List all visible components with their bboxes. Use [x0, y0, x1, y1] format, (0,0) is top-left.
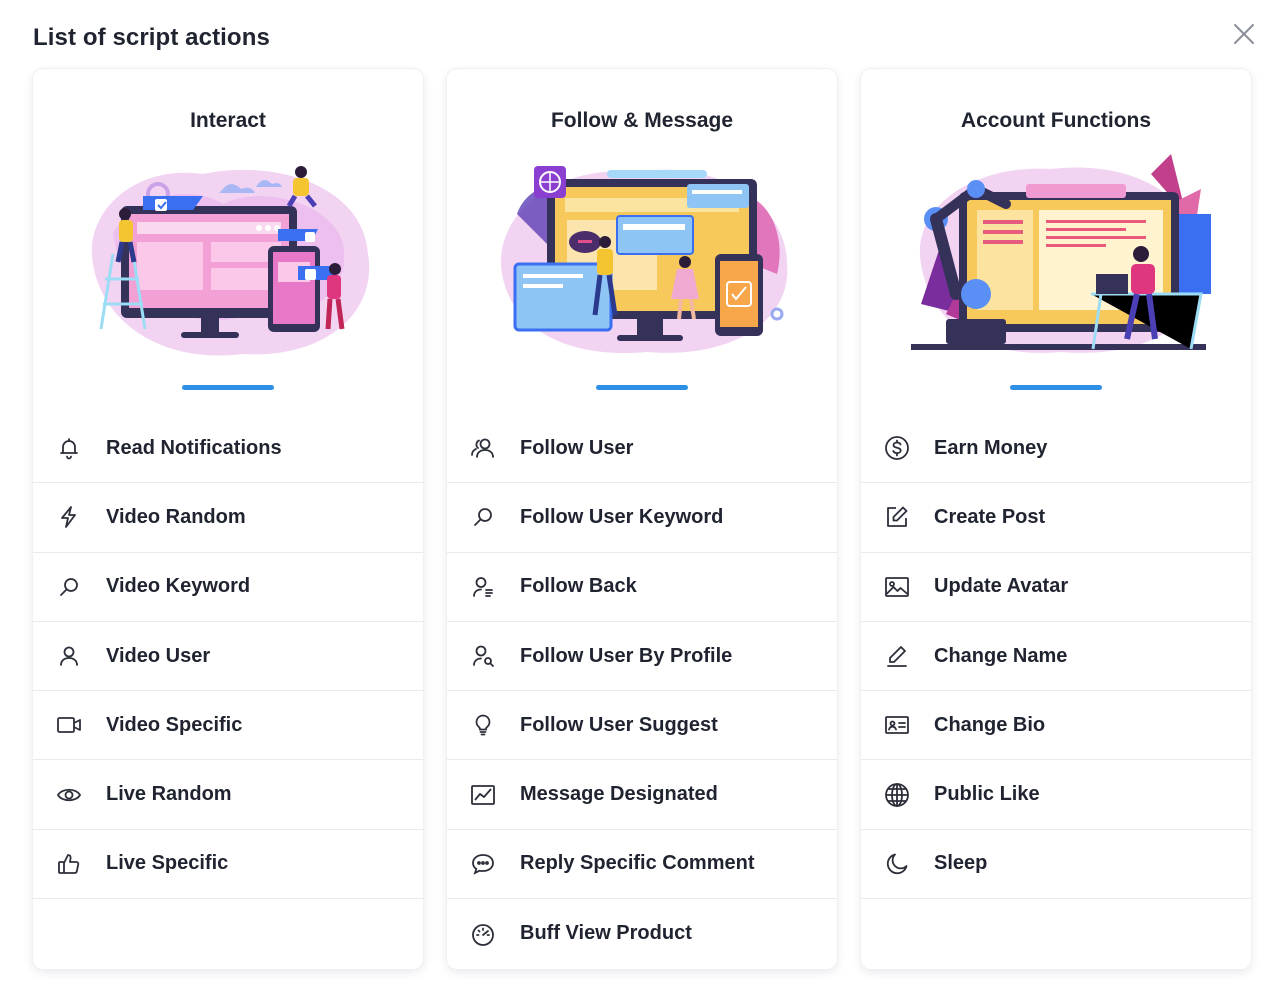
action-video-random[interactable]: Video Random [33, 483, 423, 553]
card-title: Follow & Message [550, 109, 734, 132]
action-label: Buff View Product [520, 922, 692, 945]
action-follow-user-suggest[interactable]: Follow User Suggest [447, 691, 837, 761]
card-interact: Interact Read Notifications Video Random… [33, 69, 423, 969]
lightning-icon [55, 503, 83, 531]
action-public-like[interactable]: Public Like [861, 760, 1251, 830]
action-label: Live Specific [106, 852, 229, 875]
action-live-specific[interactable]: Live Specific [33, 830, 423, 900]
action-label: Public Like [934, 783, 1040, 806]
dollar-icon [883, 434, 911, 462]
pen-icon [883, 642, 911, 670]
thumbs-up-icon [55, 850, 83, 878]
action-label: Sleep [934, 852, 988, 875]
card-follow-message: Follow & Message Follow User Follow User… [447, 69, 837, 969]
action-label: Follow User Keyword [520, 505, 724, 528]
action-reply-specific-comment[interactable]: Reply Specific Comment [447, 830, 837, 900]
card-title: Interact [190, 109, 266, 132]
action-buff-view-product[interactable]: Buff View Product [447, 899, 837, 968]
follow-message-illustration [500, 166, 788, 354]
action-live-random[interactable]: Live Random [33, 760, 423, 830]
action-follow-back[interactable]: Follow Back [447, 553, 837, 622]
action-list: Earn Money Create Post Update Avatar Cha… [861, 414, 1251, 900]
globe-icon [883, 781, 911, 809]
close-icon [1234, 24, 1254, 44]
action-label: Video Specific [106, 713, 243, 736]
search-icon [55, 573, 83, 601]
action-list: Read Notifications Video Random Video Ke… [33, 414, 423, 900]
action-follow-user-keyword[interactable]: Follow User Keyword [447, 483, 837, 553]
action-change-name[interactable]: Change Name [861, 622, 1251, 692]
close-button[interactable] [1228, 18, 1260, 50]
action-label: Create Post [934, 505, 1046, 528]
active-indicator [596, 385, 688, 390]
action-cards: Interact Read Notifications Video Random… [33, 69, 1251, 969]
active-indicator [182, 385, 274, 390]
action-earn-money[interactable]: Earn Money [861, 414, 1251, 484]
action-label: Follow User Suggest [520, 713, 718, 736]
card-account-functions: Account Functions Earn Money Create Post… [861, 69, 1251, 969]
chat-icon [469, 850, 497, 878]
action-label: Video User [106, 644, 211, 667]
action-read-notifications[interactable]: Read Notifications [33, 414, 423, 484]
users-icon [469, 434, 497, 462]
eye-icon [55, 781, 83, 809]
action-follow-user[interactable]: Follow User [447, 414, 837, 484]
card-title: Account Functions [960, 109, 1152, 132]
action-label: Reply Specific Comment [520, 852, 755, 875]
action-message-designated[interactable]: Message Designated [447, 760, 837, 830]
account-functions-illustration [911, 154, 1211, 353]
action-label: Change Name [934, 644, 1068, 667]
action-label: Follow Back [520, 575, 637, 598]
action-label: Live Random [106, 783, 232, 806]
lightbulb-icon [469, 711, 497, 739]
action-video-user[interactable]: Video User [33, 622, 423, 692]
action-label: Video Random [106, 505, 246, 528]
interact-illustration [91, 166, 370, 356]
action-label: Follow User [520, 436, 634, 459]
image-icon [883, 573, 911, 601]
search-icon [469, 503, 497, 531]
action-label: Read Notifications [106, 436, 282, 459]
speedometer-icon [469, 920, 497, 948]
user-list-icon [469, 573, 497, 601]
action-update-avatar[interactable]: Update Avatar [861, 553, 1251, 622]
video-camera-icon [55, 711, 83, 739]
action-video-keyword[interactable]: Video Keyword [33, 553, 423, 622]
action-change-bio[interactable]: Change Bio [861, 691, 1251, 761]
user-search-icon [469, 642, 497, 670]
edit-icon [883, 503, 911, 531]
action-label: Update Avatar [934, 575, 1069, 598]
action-label: Video Keyword [106, 575, 251, 598]
bell-icon [55, 434, 83, 462]
chart-line-icon [469, 781, 497, 809]
action-label: Follow User By Profile [520, 644, 733, 667]
action-list: Follow User Follow User Keyword Follow B… [447, 414, 837, 968]
moon-icon [883, 850, 911, 878]
action-follow-user-by-profile[interactable]: Follow User By Profile [447, 622, 837, 692]
action-label: Earn Money [934, 436, 1048, 459]
action-label: Change Bio [934, 713, 1046, 736]
action-video-specific[interactable]: Video Specific [33, 691, 423, 761]
action-label: Message Designated [520, 783, 718, 806]
user-icon [55, 642, 83, 670]
dialog-title: List of script actions [33, 24, 270, 51]
action-create-post[interactable]: Create Post [861, 483, 1251, 553]
action-sleep[interactable]: Sleep [861, 830, 1251, 900]
id-card-icon [883, 711, 911, 739]
active-indicator [1010, 385, 1102, 390]
